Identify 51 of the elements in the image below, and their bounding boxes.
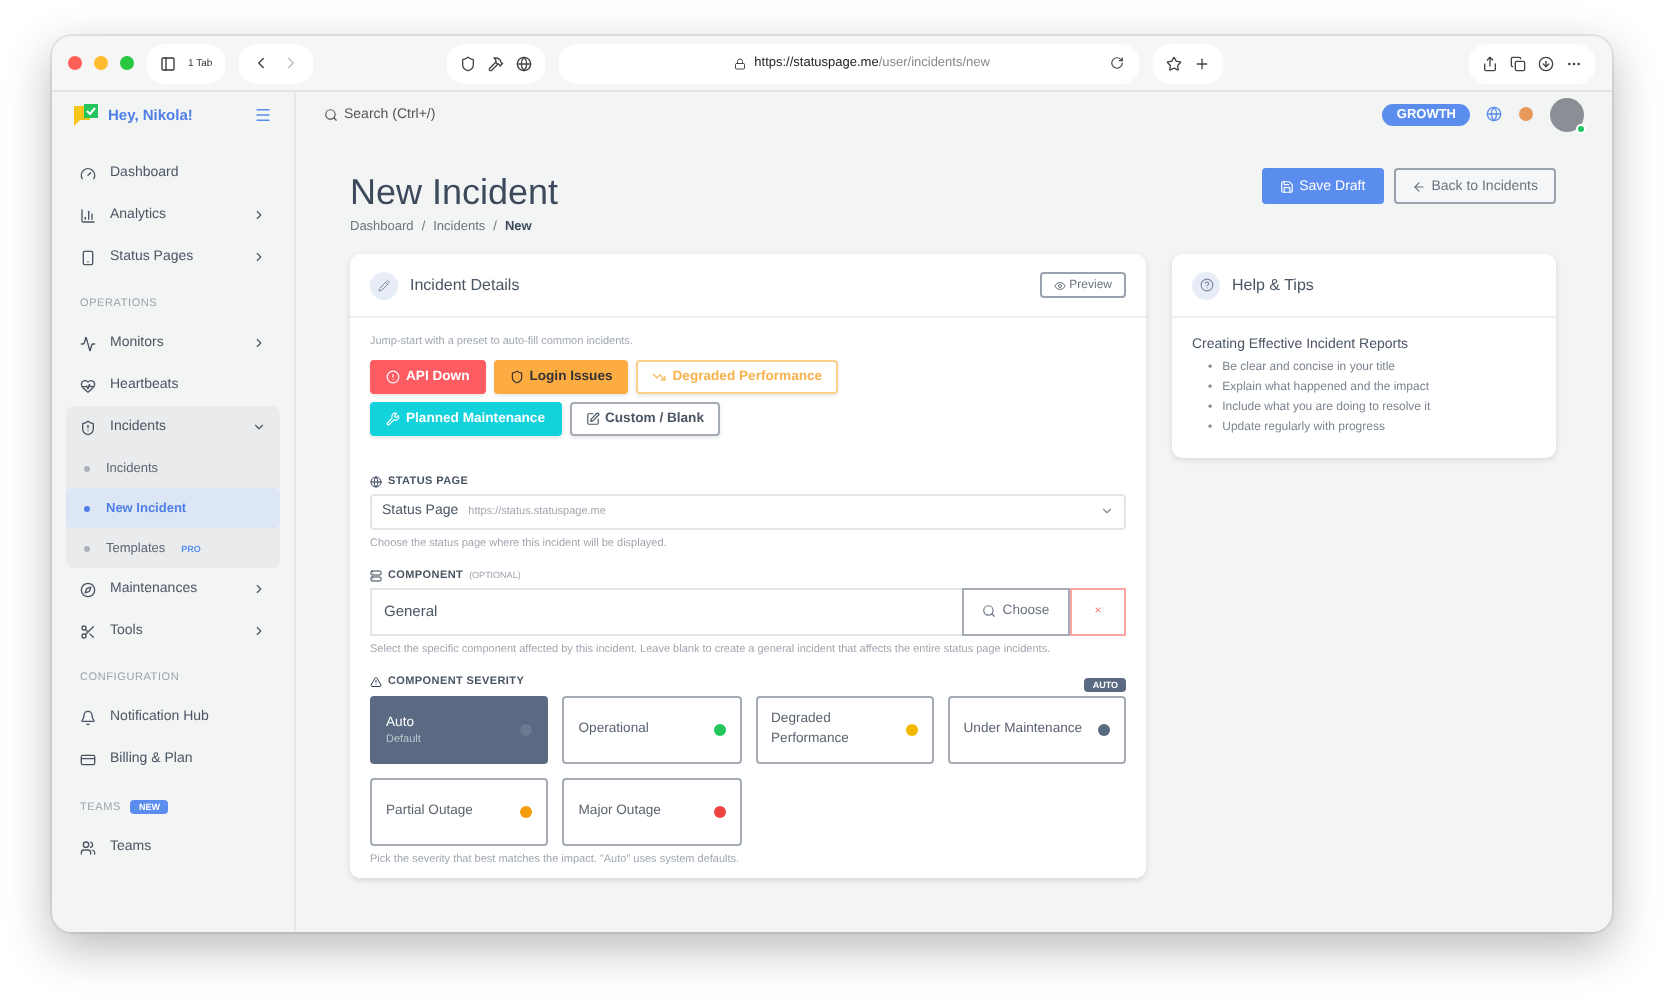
save-icon	[1279, 179, 1294, 193]
reload-icon[interactable]	[1110, 56, 1124, 70]
eye-icon	[1053, 279, 1066, 291]
menu-icon[interactable]	[254, 105, 272, 123]
edit-icon	[585, 411, 599, 426]
arrow-left-icon	[1411, 179, 1426, 193]
users-icon	[80, 839, 96, 855]
scissors-icon	[80, 623, 96, 639]
close-window-icon[interactable]	[68, 56, 82, 70]
page-title: New Incident	[350, 172, 559, 214]
share-icon[interactable]	[1482, 55, 1498, 71]
star-icon[interactable]	[1166, 55, 1182, 71]
chevron-down-icon	[1100, 504, 1114, 519]
card-title: Help & Tips	[1232, 276, 1316, 294]
warning-icon	[370, 675, 382, 688]
chevron-right-icon	[252, 208, 266, 222]
card-title: Incident Details	[410, 276, 522, 294]
gauge-icon	[80, 165, 96, 181]
hammer-icon[interactable]	[488, 55, 505, 71]
chevron-right-icon	[252, 624, 266, 638]
credit-card-icon	[80, 751, 96, 767]
server-icon	[370, 569, 382, 582]
chevron-right-icon	[252, 250, 266, 264]
phone-icon	[80, 249, 96, 265]
download-icon[interactable]	[1538, 55, 1554, 71]
search-icon	[324, 107, 338, 121]
alert-icon	[386, 369, 400, 384]
shield-icon	[80, 419, 96, 435]
pencil-icon	[370, 271, 398, 299]
trend-icon	[652, 369, 667, 384]
sidebar-icon	[160, 55, 176, 71]
chevron-right-icon	[252, 336, 266, 350]
shield-icon[interactable]	[460, 55, 477, 71]
bell-icon	[80, 709, 96, 725]
chevron-right-icon	[252, 582, 266, 596]
shield-icon	[509, 369, 524, 384]
heart-icon	[80, 377, 96, 393]
copy-icon[interactable]	[1510, 55, 1526, 71]
chevron-down-icon	[252, 420, 266, 434]
globe-icon	[370, 475, 382, 488]
help-icon	[1192, 271, 1220, 299]
plus-icon[interactable]	[1194, 55, 1210, 71]
wrench-icon	[386, 411, 400, 426]
lock-icon	[734, 57, 747, 69]
globe-icon[interactable]	[516, 55, 533, 71]
logo-icon	[74, 103, 98, 125]
activity-icon	[80, 335, 96, 351]
search-icon	[982, 604, 997, 619]
user-avatar[interactable]	[1550, 97, 1584, 131]
compass-icon	[80, 581, 96, 597]
bar-chart-icon	[80, 207, 96, 223]
